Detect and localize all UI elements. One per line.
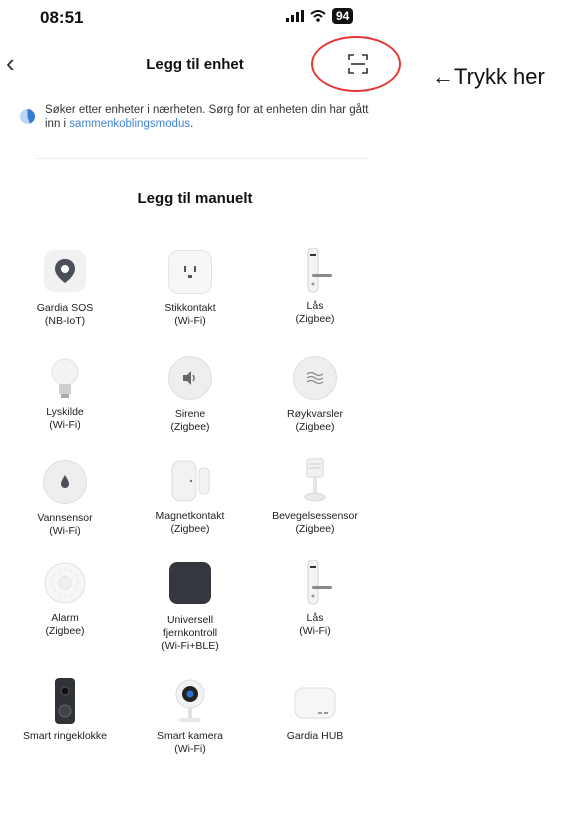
device-label: Smart ringeklokke: [22, 730, 108, 742]
device-tile-gardia-hub[interactable]: Gardia HUB: [260, 678, 370, 743]
magnet-contact-icon: [167, 458, 213, 504]
device-label: Røykvarsler (Zigbee): [286, 408, 343, 433]
wifi-icon: [310, 10, 326, 22]
hub-icon: [292, 678, 338, 724]
device-label: Magnetkontakt (Zigbee): [155, 510, 225, 535]
location-pin-icon: [42, 250, 88, 296]
light-bulb-icon: [42, 354, 88, 400]
notice-end: .: [190, 118, 194, 130]
door-lock-icon: [292, 559, 338, 606]
device-tile-alarm[interactable]: Alarm (Zigbee): [10, 560, 120, 638]
pairing-mode-link[interactable]: sammenkoblingsmodus: [69, 118, 190, 130]
section-title: Legg til manuelt: [137, 190, 253, 207]
device-tile-smart-ringeklokke[interactable]: Smart ringeklokke: [10, 678, 120, 743]
power-outlet-icon: [167, 250, 213, 296]
status-time: 08:51: [40, 8, 84, 27]
camera-icon: [167, 678, 213, 724]
device-tile-stikkontakt[interactable]: Stikkontakt (Wi-Fi): [135, 248, 245, 328]
door-lock-icon: [292, 247, 338, 294]
device-tile-smart-kamera[interactable]: Smart kamera (Wi-Fi): [135, 678, 245, 756]
status-icons: 94: [286, 8, 354, 24]
device-label: Vannsensor (Wi-Fi): [37, 512, 93, 537]
device-label: Gardia SOS (NB-IoT): [36, 302, 94, 327]
device-tile-bevegelsessensor[interactable]: Bevegelsessensor (Zigbee): [260, 458, 370, 536]
notice-text: Søker etter enheter i nærheten. Sørg for…: [45, 103, 380, 131]
status-bar: 08:51 94: [0, 0, 400, 36]
water-sensor-icon: [42, 460, 88, 506]
device-label: Lyskilde (Wi-Fi): [46, 406, 84, 431]
highlight-ellipse: [311, 36, 401, 92]
device-label: Sirene (Zigbee): [170, 408, 210, 433]
device-label: Gardia HUB: [286, 730, 344, 742]
device-tile-gardia-sos[interactable]: Gardia SOS (NB-IoT): [10, 248, 120, 328]
device-label: Alarm (Zigbee): [45, 612, 85, 637]
device-tile-universell-fjernkontroll[interactable]: Universell fjernkontroll (Wi-Fi+BLE): [135, 560, 245, 653]
smoke-detector-icon: [292, 356, 338, 402]
battery-level: 94: [332, 8, 354, 24]
signal-icon: [286, 10, 304, 22]
device-label: Lås (Wi-Fi): [299, 612, 331, 637]
device-tile-roykvarsler[interactable]: Røykvarsler (Zigbee): [260, 354, 370, 434]
device-tile-las-wifi[interactable]: Lås (Wi-Fi): [260, 559, 370, 638]
device-label: Stikkontakt (Wi-Fi): [164, 302, 216, 327]
remote-control-icon: [167, 562, 213, 608]
doorbell-icon: [42, 678, 88, 724]
device-tile-las-zigbee[interactable]: Lås (Zigbee): [260, 247, 370, 326]
divider: [36, 158, 368, 159]
device-tile-magnetkontakt[interactable]: Magnetkontakt (Zigbee): [135, 458, 245, 536]
alarm-icon: [42, 560, 88, 606]
device-tile-vannsensor[interactable]: Vannsensor (Wi-Fi): [10, 458, 120, 538]
device-label: Smart kamera (Wi-Fi): [157, 730, 223, 755]
device-label: Universell fjernkontroll (Wi-Fi+BLE): [161, 614, 219, 652]
device-tile-lyskilde[interactable]: Lyskilde (Wi-Fi): [10, 354, 120, 432]
device-tile-sirene[interactable]: Sirene (Zigbee): [135, 354, 245, 434]
search-notice: Søker etter enheter i nærheten. Sørg for…: [20, 103, 380, 131]
siren-icon: [167, 356, 213, 402]
searching-icon: [20, 109, 35, 124]
device-label: Bevegelsessensor (Zigbee): [272, 510, 358, 535]
device-label: Lås (Zigbee): [295, 300, 335, 325]
motion-sensor-icon: [292, 458, 338, 504]
annotation-label: ←Trykk her: [432, 64, 545, 89]
